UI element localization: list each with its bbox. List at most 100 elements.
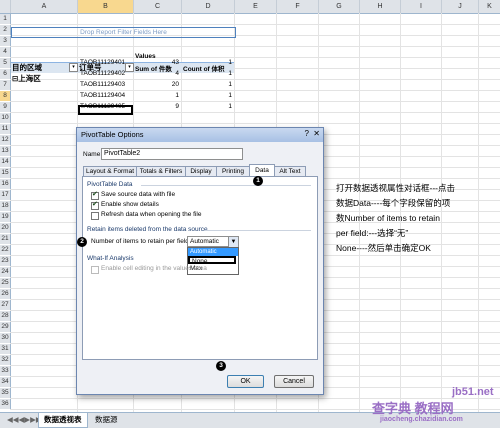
row-header[interactable]: 31 (0, 344, 11, 354)
row-header[interactable]: 26 (0, 289, 11, 299)
pivot-cell-sum[interactable]: 20 (135, 81, 179, 88)
row-header[interactable]: 24 (0, 267, 11, 277)
row-header[interactable]: 9 (0, 102, 11, 112)
retain-items-label: Number of items to retain per field: (91, 238, 191, 245)
close-icon[interactable]: ✕ (313, 129, 320, 138)
pivot-cell-count[interactable]: 1 (183, 81, 232, 88)
enable-details-checkbox[interactable] (91, 200, 99, 210)
enable-details-label: Enable show details (101, 201, 159, 208)
row-header[interactable]: 3 (0, 36, 11, 46)
group-pivot-data: PivotTable Data (87, 181, 133, 188)
row-header[interactable]: 34 (0, 377, 11, 387)
sheet-tab-pivot[interactable]: 数据透视表 (38, 413, 88, 428)
pivot-cell-sum[interactable]: 9 (135, 103, 179, 110)
col-header-b[interactable]: B (78, 0, 134, 13)
col-header-g[interactable]: G (319, 0, 360, 13)
retain-items-select[interactable]: Automatic (187, 236, 229, 247)
group-retain-items: Retain items deleted from the data sourc… (87, 226, 208, 233)
row-header[interactable]: 28 (0, 311, 11, 321)
report-filter-drop-zone[interactable]: Drop Report Filter Fields Here (11, 27, 236, 38)
row-header[interactable]: 7 (0, 80, 11, 90)
select-all-corner[interactable] (0, 0, 11, 13)
pivot-cell-count[interactable]: 1 (183, 92, 232, 99)
enable-cell-editing-checkbox[interactable] (91, 266, 99, 274)
step-marker-2: 2 (77, 237, 87, 247)
save-source-label: Save source data with file (101, 191, 176, 198)
instruction-line: per field:---选择“无” (336, 228, 409, 238)
dialog-titlebar[interactable]: PivotTable Options ? ✕ (77, 128, 323, 142)
col-header-j[interactable]: J (442, 0, 479, 13)
col-header-f[interactable]: F (277, 0, 319, 13)
retain-option-none[interactable]: None (188, 256, 236, 265)
region-row-label[interactable]: ⊟上海区 (12, 73, 41, 84)
pivot-cell-sum[interactable]: 1 (135, 92, 179, 99)
pivot-cell-count[interactable]: 1 (183, 70, 232, 77)
pivot-cell-sum[interactable]: 4 (135, 70, 179, 77)
col-header-h[interactable]: H (360, 0, 401, 13)
instruction-line: 数据Data----每个字段保留的项 (336, 198, 451, 208)
name-label: Name: (83, 151, 103, 158)
row-header[interactable]: 21 (0, 234, 11, 244)
help-icon[interactable]: ? (305, 129, 309, 138)
col-header-k[interactable]: K (479, 0, 500, 13)
col-header-i[interactable]: I (401, 0, 442, 13)
step-marker-3: 3 (216, 361, 226, 371)
col-header-c[interactable]: C (134, 0, 182, 13)
name-field[interactable]: PivotTable2 (101, 148, 243, 160)
pivot-cell-sum[interactable]: 43 (135, 59, 179, 66)
col-header-e[interactable]: E (235, 0, 277, 13)
row-header[interactable]: 27 (0, 300, 11, 310)
row-header[interactable]: 10 (0, 113, 11, 123)
retain-option-automatic[interactable]: Automatic (188, 248, 238, 256)
row-field-filter-icon[interactable]: ▾ (69, 63, 78, 72)
dialog-title: PivotTable Options (81, 130, 144, 139)
row-header[interactable]: 29 (0, 322, 11, 332)
row-header[interactable]: 14 (0, 157, 11, 167)
col-header-a[interactable]: A (11, 0, 78, 13)
row-header[interactable]: 12 (0, 135, 11, 145)
group-what-if: What-If Analysis (87, 255, 134, 262)
row-header[interactable]: 11 (0, 124, 11, 134)
ok-button[interactable]: OK (227, 375, 264, 388)
pivot-cell-order[interactable]: TAOB11129401 (80, 59, 132, 66)
row-header[interactable]: 13 (0, 146, 11, 156)
row-header[interactable]: 33 (0, 366, 11, 376)
pivot-cell-order[interactable]: TAOB11129403 (80, 81, 132, 88)
pivot-cell-order[interactable]: TAOB11129402 (80, 70, 132, 77)
row-header[interactable]: 6 (0, 69, 11, 79)
column-header-bar: A B C D E F G H I J K (0, 0, 500, 14)
row-header[interactable]: 19 (0, 212, 11, 222)
row-header[interactable]: 18 (0, 201, 11, 211)
row-header[interactable]: 22 (0, 245, 11, 255)
pivot-cell-order[interactable]: TAOB11129404 (80, 92, 132, 99)
row-header[interactable]: 20 (0, 223, 11, 233)
row-header[interactable]: 15 (0, 168, 11, 178)
row-field-header[interactable]: 目的区域 (12, 62, 76, 73)
row-header[interactable]: 25 (0, 278, 11, 288)
cancel-button[interactable]: Cancel (274, 375, 314, 388)
row-header[interactable]: 8 (0, 91, 11, 101)
instruction-line: None----然后单击确定OK (336, 243, 431, 253)
sheet-tab-source[interactable]: 数据源 (90, 413, 123, 427)
watermark-text: 查字典 教程网 (372, 401, 454, 416)
row-header[interactable]: 17 (0, 190, 11, 200)
refresh-open-checkbox[interactable] (91, 212, 99, 220)
row-header[interactable]: 35 (0, 388, 11, 398)
row-header[interactable]: 30 (0, 333, 11, 343)
instruction-line: 数Number of items to retain (336, 213, 440, 223)
row-header[interactable]: 5 (0, 58, 11, 68)
row-header[interactable]: 36 (0, 399, 11, 409)
col-header-d[interactable]: D (182, 0, 235, 13)
row-header[interactable]: 4 (0, 47, 11, 57)
pivottable-options-dialog: PivotTable Options ? ✕ Name: PivotTable2… (76, 127, 324, 395)
active-cell-outline[interactable] (78, 105, 133, 115)
row-header[interactable]: 1 (0, 14, 11, 24)
save-source-checkbox[interactable] (91, 190, 99, 200)
row-header[interactable]: 16 (0, 179, 11, 189)
pivot-cell-count[interactable]: 1 (183, 103, 232, 110)
row-header[interactable]: 32 (0, 355, 11, 365)
row-header[interactable]: 23 (0, 256, 11, 266)
watermark-site: jb51.net (452, 386, 494, 398)
pivot-cell-count[interactable]: 1 (183, 59, 232, 66)
row-header[interactable]: 2 (0, 25, 11, 35)
